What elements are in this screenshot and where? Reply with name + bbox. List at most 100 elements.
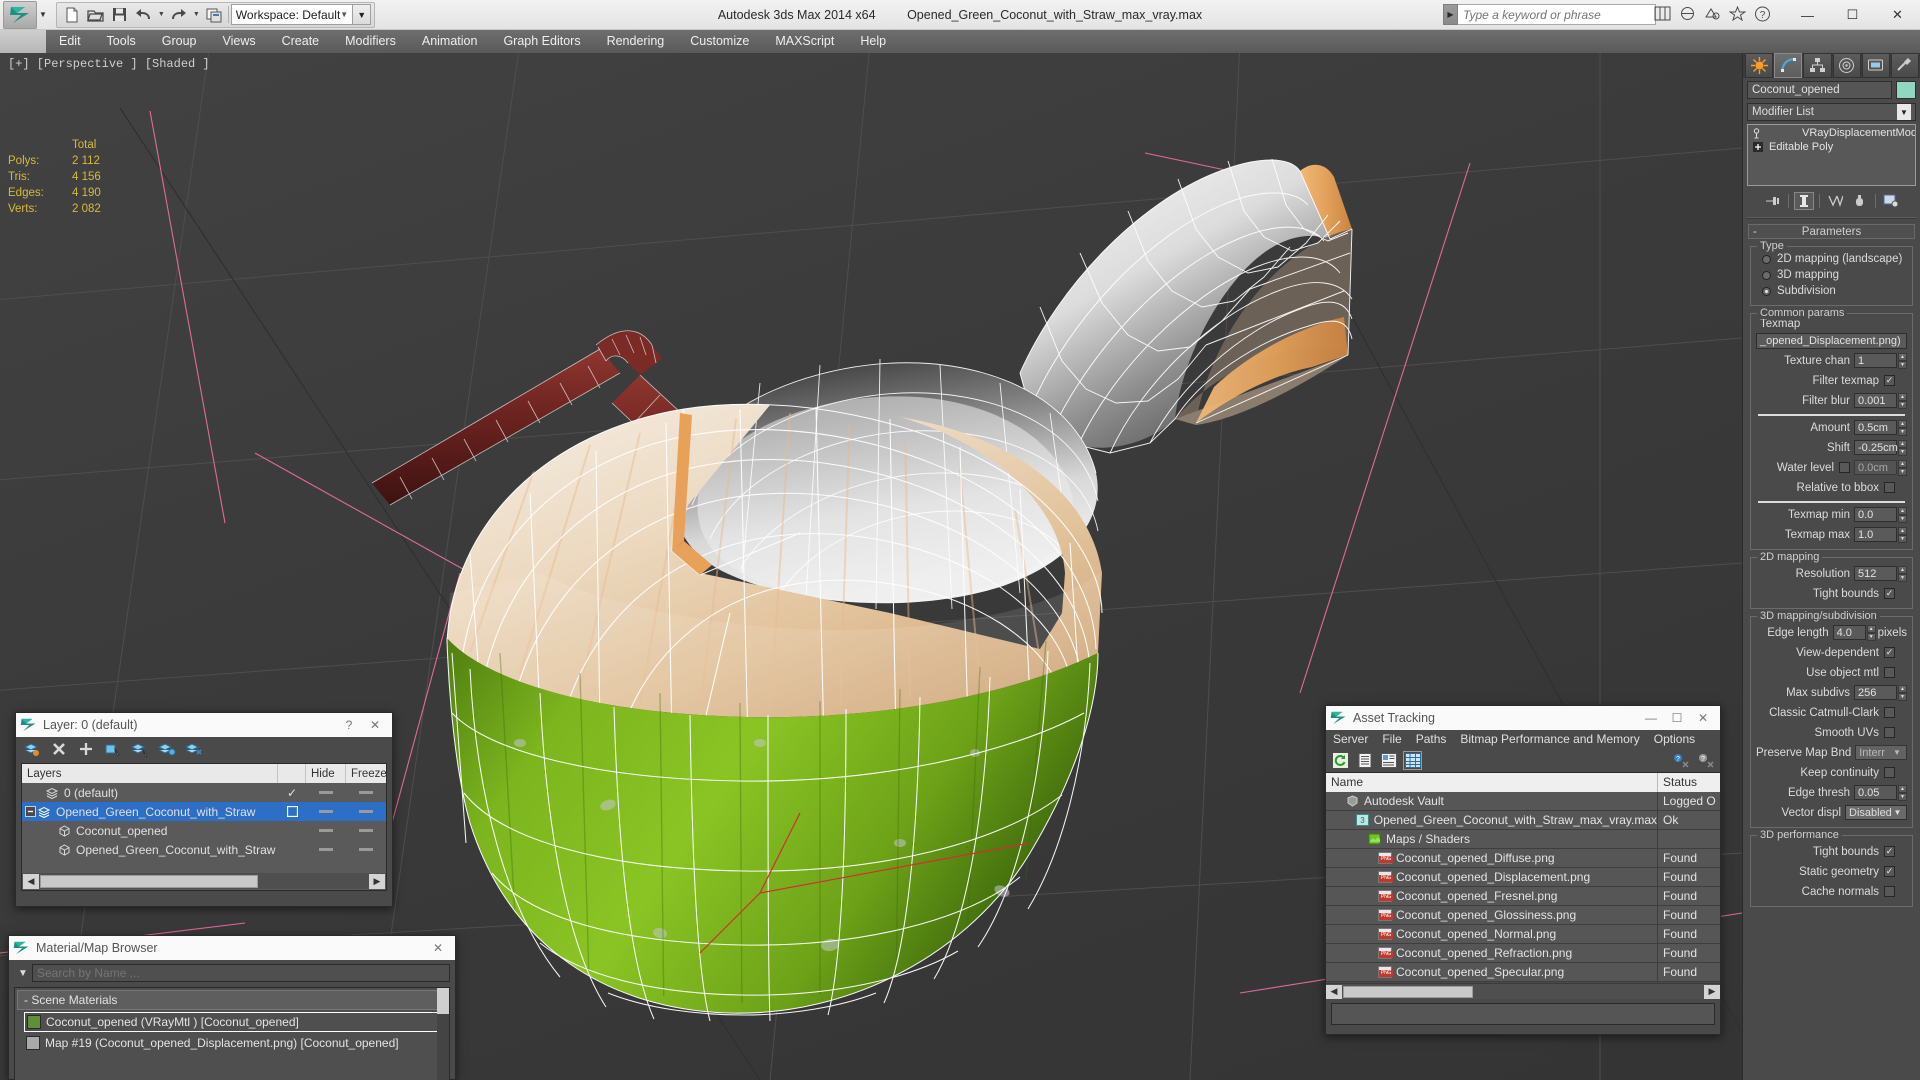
resolution-spinner[interactable]: ▲ ▼ [1898,566,1907,582]
edge-thresh-spinner[interactable]: ▲ ▼ [1898,785,1907,801]
undo-dropdown-icon[interactable]: ▼ [156,11,167,18]
help-icon[interactable]: ? [1753,4,1772,23]
classic-catmull-clark-checkbox[interactable] [1884,707,1895,718]
edge-length-field[interactable]: 4.0 [1832,625,1866,640]
help-icon[interactable]: ? [1696,751,1715,770]
asset-tracking-hscrollbar[interactable]: ◀ ▶ [1326,983,1720,999]
motion-tab[interactable] [1832,53,1861,78]
hide-cell[interactable] [306,829,346,832]
table-row[interactable]: Opened_Green_Coconut_with_Straw [22,802,386,821]
scroll-thumb[interactable] [40,874,258,888]
remove-modifier-icon[interactable] [1850,192,1870,210]
table-row[interactable]: PNG Coconut_opened_Specular.png Found [1326,963,1720,982]
menu-group[interactable]: Group [149,30,210,53]
undo-icon[interactable] [132,4,156,26]
hide-cell[interactable] [306,848,346,851]
maximize-button[interactable]: ☐ [1664,707,1690,729]
freeze-cell[interactable] [346,848,386,851]
current-layer-checkbox[interactable] [278,806,306,817]
texmap-button[interactable]: _opened_Displacement.png) [1756,333,1907,349]
table-row[interactable]: Autodesk Vault Logged O [1326,792,1720,811]
hide-cell[interactable] [306,810,346,813]
menu-graph-editors[interactable]: Graph Editors [490,30,593,53]
scroll-left-icon[interactable]: ◀ [23,873,39,889]
tight-bounds-2d-checkbox[interactable]: ✓ [1884,588,1895,599]
modifier-list-dropdown[interactable]: Modifier List ▼ [1747,103,1916,121]
utilities-tab[interactable] [1890,53,1920,78]
open-icon[interactable] [84,4,108,26]
layer-dialog[interactable]: Layer: 0 (default) ? ✕ Layers Hide Freez… [15,712,393,907]
shift-spinner[interactable]: ▲ ▼ [1898,440,1907,456]
viewport-label[interactable]: [+] [Perspective ] [Shaded ] [8,57,210,71]
radio-subdivision[interactable]: Subdivision [1756,283,1907,299]
table-row[interactable]: 3 Opened_Green_Coconut_with_Straw_max_vr… [1326,811,1720,830]
minimize-button[interactable]: — [1785,0,1830,30]
menu-paths[interactable]: Paths [1409,730,1454,749]
layer-dialog-close-button[interactable]: ✕ [362,714,388,736]
show-end-result-icon[interactable] [1793,192,1814,210]
asset-tracking-dialog[interactable]: Asset Tracking — ☐ ✕ Server File Paths B… [1325,705,1721,1035]
menu-rendering[interactable]: Rendering [594,30,678,53]
list-item[interactable]: Coconut_opened (VRayMtl ) [Coconut_opene… [24,1012,441,1032]
hide-layer-icon[interactable] [183,739,205,759]
minimize-button[interactable]: — [1638,707,1664,729]
material-map-browser[interactable]: Material/Map Browser ✕ ▼ - Scene Materia… [8,935,456,1080]
object-color-swatch[interactable] [1896,81,1916,99]
parameters-rollout-header[interactable]: - Parameters [1748,224,1915,239]
preserve-map-bnd-combo[interactable]: Interr ▼ [1855,745,1907,760]
table-row[interactable]: Opened_Green_Coconut_with_Straw [22,840,386,859]
shift-field[interactable]: -0.25cm [1854,440,1898,455]
amount-spinner[interactable]: ▲ ▼ [1898,420,1907,436]
cache-normals-checkbox[interactable] [1884,886,1895,897]
table-row[interactable]: 0 (default) ✓ [22,783,386,802]
max-subdivs-field[interactable]: 256 [1854,685,1897,700]
set-project-folder-icon[interactable] [202,4,226,26]
layer-dialog-titlebar[interactable]: Layer: 0 (default) ? ✕ [16,713,392,737]
highlight-selected-objects-icon[interactable] [156,739,178,759]
menu-bitmap-performance[interactable]: Bitmap Performance and Memory [1453,730,1646,749]
use-object-mtl-checkbox[interactable] [1884,667,1895,678]
menu-file[interactable]: File [1375,730,1408,749]
asset-tracking-titlebar[interactable]: Asset Tracking — ☐ ✕ [1326,706,1720,730]
layer-list-hscrollbar[interactable]: ◀ ▶ [23,873,385,889]
texmap-min-field[interactable]: 0.0 [1854,507,1897,522]
scroll-thumb[interactable] [1343,985,1473,998]
scroll-right-icon[interactable]: ▶ [1704,984,1720,999]
freeze-cell[interactable] [346,791,386,794]
vector-displ-combo[interactable]: Disabled ▼ [1845,805,1907,820]
new-layer-icon[interactable] [21,739,43,759]
texmap-max-spinner[interactable]: ▲ ▼ [1898,527,1907,543]
material-browser-titlebar[interactable]: Material/Map Browser ✕ [9,936,455,960]
table-row[interactable]: PNG Coconut_opened_Glossiness.png Found [1326,906,1720,925]
view-dependent-checkbox[interactable]: ✓ [1884,647,1895,658]
list-view-icon[interactable] [1355,751,1374,770]
table-row[interactable]: Coconut_opened [22,821,386,840]
texture-channel-field[interactable]: 1 [1854,353,1897,368]
favorite-star-icon[interactable] [1728,4,1747,23]
resolution-field[interactable]: 512 [1854,566,1897,581]
menu-create[interactable]: Create [269,30,333,53]
radio-3d-mapping[interactable]: 3D mapping [1756,267,1907,283]
material-browser-close-button[interactable]: ✕ [425,937,451,959]
relative-bbox-checkbox[interactable] [1884,482,1895,493]
menu-options[interactable]: Options [1647,730,1702,749]
search-input[interactable] [1458,4,1656,25]
table-row[interactable]: PNG Coconut_opened_Normal.png Found [1326,925,1720,944]
workspace-dropdown-button[interactable]: ▼ [353,4,372,25]
table-row[interactable]: Maps / Shaders [1326,830,1720,849]
layer-list[interactable]: Layers Hide Freeze 0 (default) ✓ Opened_… [21,763,387,891]
add-layer-icon[interactable] [75,739,97,759]
configure-modifier-sets-icon[interactable] [1881,192,1901,210]
texmap-min-spinner[interactable]: ▲ ▼ [1898,507,1907,523]
current-layer-checkmark-icon[interactable]: ✓ [278,786,306,800]
redo-dropdown-icon[interactable]: ▼ [191,11,202,18]
stack-item-editable-poly[interactable]: Editable Poly [1749,140,1914,154]
select-highlighted-objects-icon[interactable] [129,739,151,759]
search-box[interactable]: ▶ [1443,4,1656,25]
modify-tab[interactable] [1774,53,1803,78]
menu-views[interactable]: Views [209,30,268,53]
search-dropdown-icon[interactable]: ▶ [1443,4,1458,25]
texture-channel-spinner[interactable]: ▲ ▼ [1898,353,1907,369]
water-level-checkbox[interactable] [1839,462,1850,473]
pin-stack-icon[interactable] [1763,192,1783,210]
